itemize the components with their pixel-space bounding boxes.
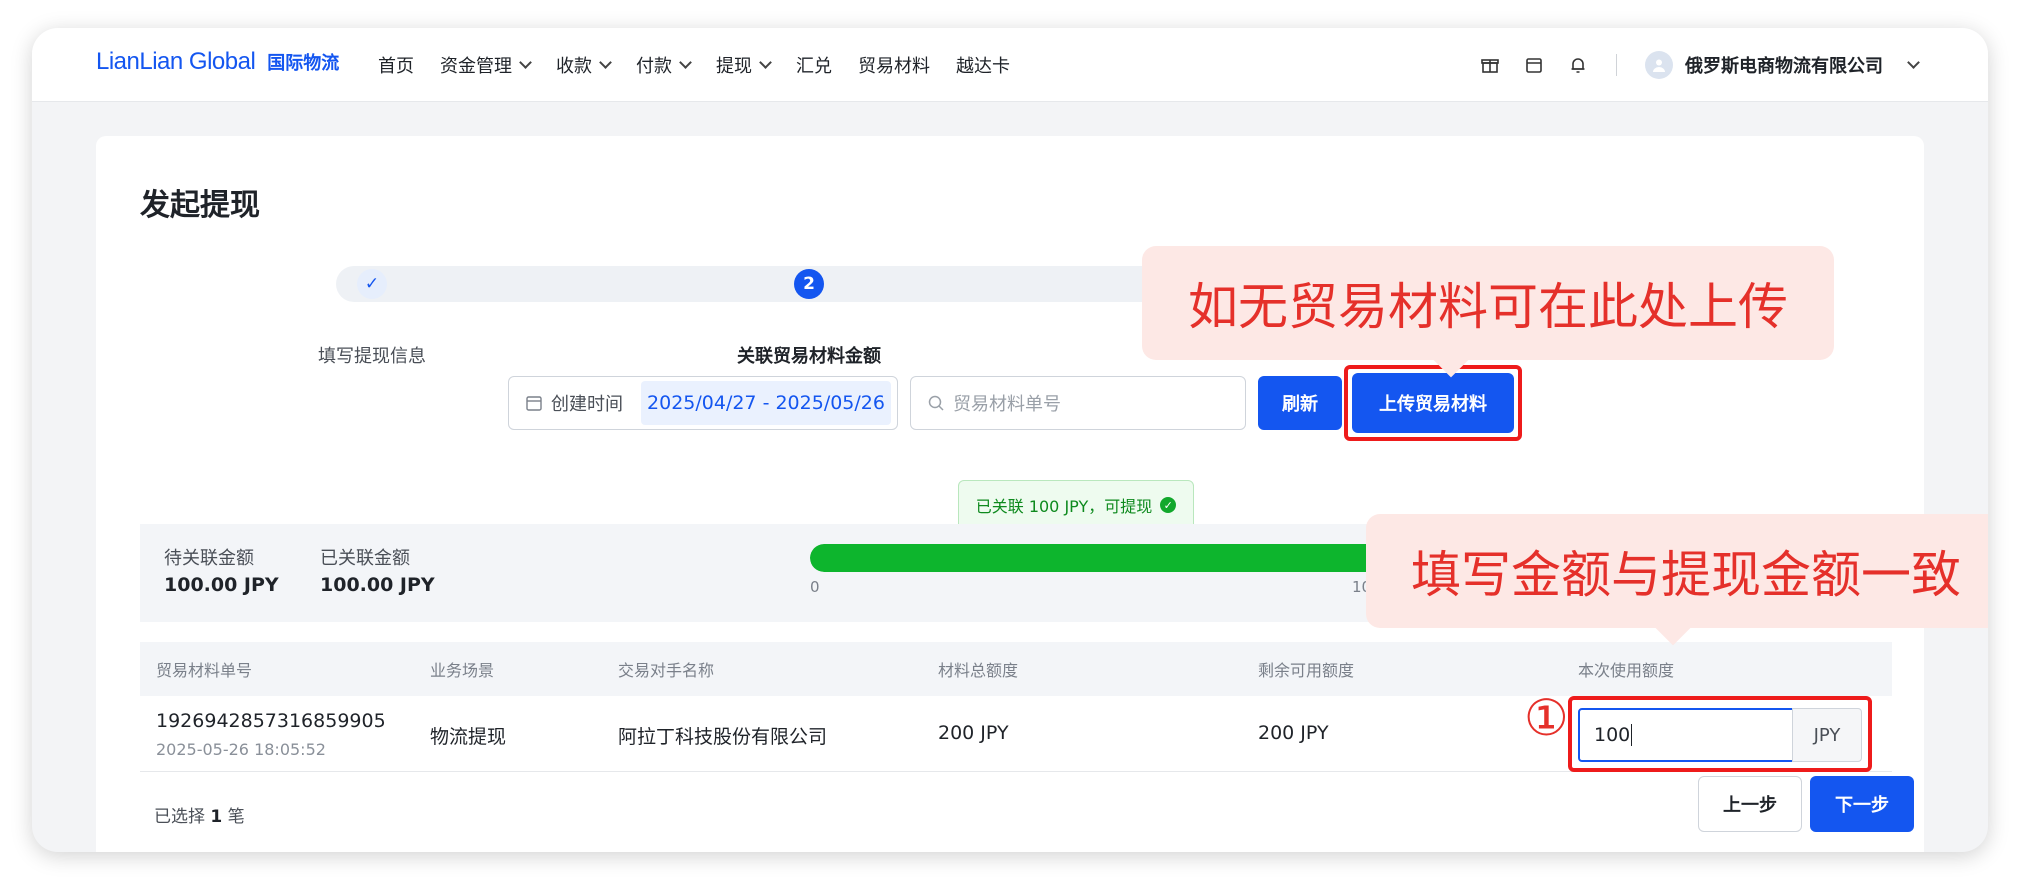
nav-item-home[interactable]: 首页	[378, 52, 414, 78]
selected-suffix: 笔	[227, 807, 245, 827]
linked-amount-label: 已关联金额	[320, 548, 410, 569]
top-navbar: LianLian Global 国际物流 首页 资金管理 收款 付款 提现 汇兑…	[32, 28, 1988, 102]
step-2-label: 关联贸易材料金额	[737, 346, 881, 367]
nav-label: 首页	[378, 56, 414, 77]
next-step-button[interactable]: 下一步	[1810, 776, 1914, 832]
nav-label: 汇兑	[796, 56, 832, 77]
gift-icon[interactable]	[1480, 55, 1500, 75]
chevron-down-icon	[599, 56, 612, 69]
main-nav: 首页 资金管理 收款 付款 提现 汇兑 贸易材料 越达卡	[378, 28, 1036, 102]
company-name[interactable]: 俄罗斯电商物流有限公司	[1685, 52, 1883, 78]
tooltip-text: 已关联 100 JPY，可提现	[975, 497, 1153, 516]
progress-tick-start: 0	[810, 578, 820, 596]
logo-subtext: 国际物流	[267, 53, 340, 74]
step-2-marker: 2	[794, 269, 824, 299]
nav-item-trade-docs[interactable]: 贸易材料	[858, 52, 930, 78]
header-divider	[1616, 54, 1617, 76]
bell-icon[interactable]	[1568, 55, 1588, 75]
col-remaining: 剩余可用额度	[1258, 661, 1355, 680]
date-filter[interactable]: 创建时间 2025/04/27 - 2025/05/26	[508, 376, 898, 430]
col-scene: 业务场景	[430, 661, 495, 680]
nav-label: 提现	[716, 56, 752, 77]
table-header: 贸易材料单号 业务场景 交易对手名称 材料总额度 剩余可用额度 本次使用额度	[140, 642, 1892, 696]
nav-item-receive[interactable]: 收款	[556, 52, 612, 78]
header-actions: 俄罗斯电商物流有限公司	[1456, 28, 1920, 102]
main-card: 发起提现 ✓ 填写提现信息 2 关联贸易材料金额 创建时间 2025/04/27…	[96, 136, 1924, 852]
linked-amount-value: 100.00 JPY	[320, 574, 435, 596]
text-caret	[1631, 724, 1633, 746]
use-amount-input[interactable]: 100	[1578, 708, 1794, 762]
refresh-button[interactable]: 刷新	[1258, 376, 1342, 430]
col-use-amount: 本次使用额度	[1578, 661, 1675, 680]
nav-item-pay[interactable]: 付款	[636, 52, 692, 78]
calendar-icon	[526, 396, 542, 411]
pending-amount-label: 待关联金额	[164, 548, 254, 569]
amount-value: 100	[1594, 724, 1631, 746]
doc-number-search-input[interactable]: 贸易材料单号	[910, 376, 1246, 430]
nav-label: 付款	[636, 56, 672, 77]
prev-step-button[interactable]: 上一步	[1698, 776, 1802, 832]
selected-count: 1	[210, 807, 223, 827]
amount-hint-text: 填写金额与提现金额一致	[1411, 546, 1961, 604]
step-1-label: 填写提现信息	[318, 346, 426, 367]
upload-trade-docs-button[interactable]: 上传贸易材料	[1352, 373, 1514, 433]
col-total: 材料总额度	[938, 661, 1019, 680]
date-filter-label: 创建时间	[525, 377, 623, 429]
chevron-down-icon	[679, 56, 692, 69]
search-icon	[928, 395, 944, 411]
linked-amount-tooltip: 已关联 100 JPY，可提现 ✓	[958, 480, 1194, 530]
amount-input-group: 100 JPY	[140, 696, 1892, 772]
avatar[interactable]	[1645, 51, 1673, 79]
logo-text: LianLian Global	[96, 48, 256, 75]
step-1-check-icon: ✓	[357, 269, 387, 299]
date-range-value[interactable]: 2025/04/27 - 2025/05/26	[641, 381, 891, 425]
upload-hint-text: 如无贸易材料可在此处上传	[1188, 278, 1788, 336]
chevron-down-icon	[759, 56, 772, 69]
chevron-down-icon	[519, 56, 532, 69]
nav-item-funds[interactable]: 资金管理	[440, 52, 532, 78]
currency-unit: JPY	[1792, 708, 1862, 762]
col-counterparty: 交易对手名称	[618, 661, 715, 680]
selected-count-text: 已选择 1 笔	[154, 802, 245, 827]
search-placeholder: 贸易材料单号	[953, 394, 1061, 415]
chevron-down-icon[interactable]	[1907, 56, 1920, 69]
nav-item-withdraw[interactable]: 提现	[716, 52, 772, 78]
app-window: LianLian Global 国际物流 首页 资金管理 收款 付款 提现 汇兑…	[32, 28, 1988, 852]
check-circle-icon: ✓	[1160, 497, 1177, 513]
date-label-text: 创建时间	[551, 394, 623, 415]
amount-hint-callout: 填写金额与提现金额一致	[1366, 514, 1988, 628]
upload-hint-callout: 如无贸易材料可在此处上传	[1142, 246, 1834, 360]
pending-amount-value: 100.00 JPY	[164, 574, 279, 596]
step-marker-one: ①	[1524, 689, 1569, 747]
nav-label: 贸易材料	[858, 56, 930, 77]
brand-logo[interactable]: LianLian Global 国际物流	[96, 48, 339, 76]
col-doc-number: 贸易材料单号	[156, 661, 253, 680]
nav-label: 越达卡	[956, 56, 1010, 77]
nav-label: 资金管理	[440, 56, 512, 77]
selected-prefix: 已选择	[154, 807, 205, 827]
page-title: 发起提现	[140, 188, 260, 223]
calendar-icon[interactable]	[1524, 55, 1544, 75]
nav-item-exchange[interactable]: 汇兑	[796, 52, 832, 78]
nav-item-card[interactable]: 越达卡	[956, 52, 1010, 78]
nav-label: 收款	[556, 56, 592, 77]
